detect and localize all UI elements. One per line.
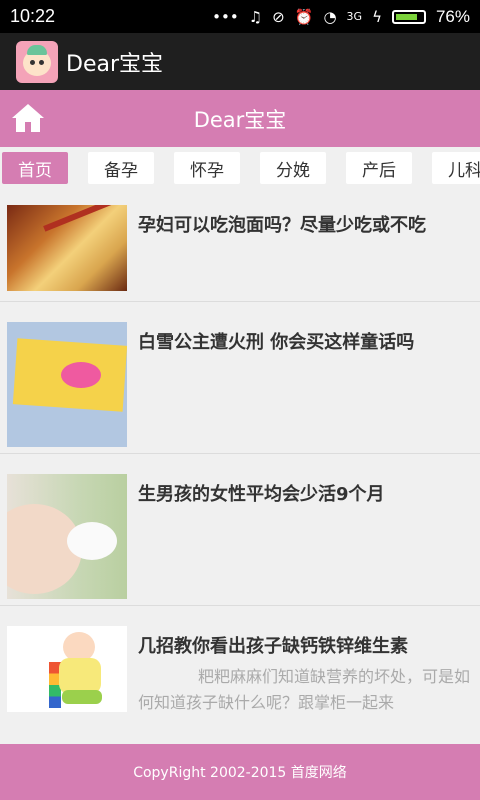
list-item[interactable]: 生男孩的女性平均会少活9个月 — [0, 454, 480, 606]
header-title: Dear宝宝 — [193, 107, 287, 132]
tab-pregnancy[interactable]: 怀孕 — [174, 152, 240, 184]
article-title: 白雪公主遭火刑 你会买这样童话吗 — [138, 332, 415, 353]
article-title: 孕妇可以吃泡面吗？尽量少吃或不吃 — [138, 215, 426, 236]
battery-icon — [391, 9, 426, 24]
tab-postpartum[interactable]: 产后 — [346, 152, 412, 184]
battery-percent: 76% — [435, 6, 470, 26]
article-thumbnail — [7, 205, 127, 291]
article-thumbnail — [7, 322, 127, 447]
article-title: 生男孩的女性平均会少活9个月 — [138, 484, 385, 505]
headphone-icon: ♫ — [248, 7, 263, 26]
alarm-icon: ⏰ — [294, 7, 314, 26]
app-title-bar: Dear宝宝 — [0, 33, 480, 90]
status-bar: 10:22 ••• ♫ ⊘ ⏰ ◔ 3G ϟ 76% — [0, 0, 480, 33]
copyright-text: CopyRight 2002-2015 首度网络 — [133, 765, 347, 781]
article-thumbnail — [7, 474, 127, 599]
charging-icon: ϟ — [372, 7, 382, 26]
footer: CopyRight 2002-2015 首度网络 — [0, 744, 480, 800]
tab-delivery[interactable]: 分娩 — [260, 152, 326, 184]
article-summary: 粑粑麻麻们知道缺营养的坏处，可是如何知道孩子缺什么呢？跟掌柜一起来 — [138, 667, 471, 712]
category-tabs: 首页 备孕 怀孕 分娩 产后 儿科 — [0, 147, 480, 189]
page-header: Dear宝宝 — [0, 90, 480, 147]
baby-face-icon — [16, 40, 58, 83]
home-icon[interactable] — [10, 102, 46, 134]
signal-icon: 3G — [346, 10, 363, 23]
status-icons: ••• ♫ ⊘ ⏰ ◔ 3G ϟ 76% — [212, 7, 470, 27]
wifi-icon: ◔ — [323, 7, 337, 26]
tab-home[interactable]: 首页 — [2, 152, 68, 184]
list-item[interactable]: 几招教你看出孩子缺钙铁锌维生素 粑粑麻麻们知道缺营养的坏处，可是如何知道孩子缺什… — [0, 606, 480, 744]
list-item[interactable]: 孕妇可以吃泡面吗？尽量少吃或不吃 — [0, 189, 480, 302]
tab-preconception[interactable]: 备孕 — [88, 152, 154, 184]
status-time: 10:22 — [10, 6, 56, 26]
list-item[interactable]: 白雪公主遭火刑 你会买这样童话吗 — [0, 302, 480, 454]
more-dots-icon: ••• — [212, 7, 239, 26]
mute-icon: ⊘ — [272, 7, 285, 26]
article-thumbnail — [7, 626, 127, 712]
app-title: Dear宝宝 — [66, 51, 164, 77]
article-list: 孕妇可以吃泡面吗？尽量少吃或不吃 白雪公主遭火刑 你会买这样童话吗 生男孩的女性… — [0, 189, 480, 744]
article-title: 几招教你看出孩子缺钙铁锌维生素 — [138, 636, 408, 657]
tab-pediatrics[interactable]: 儿科 — [432, 152, 480, 184]
